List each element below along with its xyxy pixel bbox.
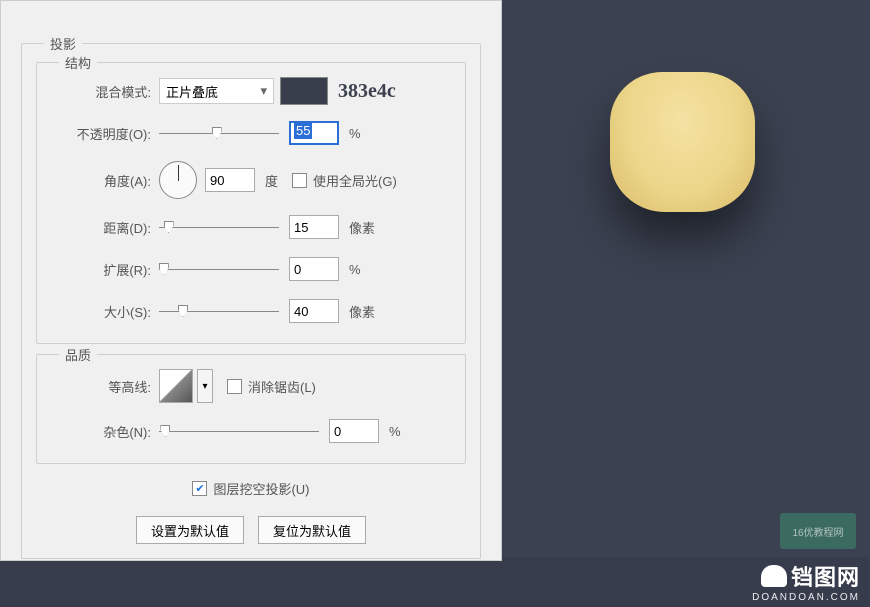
opacity-label: 不透明度(O):	[51, 124, 151, 143]
spread-row: 扩展(R): %	[51, 255, 451, 283]
distance-label: 距离(D):	[51, 218, 151, 237]
opacity-input[interactable]: 55	[289, 121, 339, 145]
global-light-label: 使用全局光(G)	[313, 171, 397, 190]
outer-fieldset: 投影 结构 混合模式: 正片叠底 383e4c 不透明度(O): 55 % 角度…	[21, 43, 481, 559]
size-input[interactable]	[289, 299, 339, 323]
size-label: 大小(S):	[51, 302, 151, 321]
color-annotation: 383e4c	[338, 80, 396, 103]
noise-slider[interactable]	[159, 422, 319, 440]
noise-unit: %	[389, 424, 401, 439]
shadow-color-swatch[interactable]	[280, 77, 328, 105]
distance-row: 距离(D): 像素	[51, 213, 451, 241]
quality-legend: 品质	[59, 345, 97, 364]
distance-input[interactable]	[289, 215, 339, 239]
opacity-unit: %	[349, 126, 361, 141]
knockout-label: 图层挖空投影(U)	[213, 479, 309, 498]
knockout-row: ✔ 图层挖空投影(U)	[36, 474, 466, 502]
angle-input[interactable]	[205, 168, 255, 192]
watermark-main: 铛图网 DOANDOAN.COM	[752, 560, 860, 603]
blend-mode-select[interactable]: 正片叠底	[159, 78, 274, 104]
angle-dial[interactable]	[159, 161, 197, 199]
quality-group: 品质 等高线: ▾ 消除锯齿(L) 杂色(N): %	[36, 354, 466, 464]
watermark-corner: 16优教程网	[780, 513, 856, 549]
distance-slider[interactable]	[159, 218, 279, 236]
noise-input[interactable]	[329, 419, 379, 443]
angle-label: 角度(A):	[51, 171, 151, 190]
global-light-checkbox[interactable]	[292, 173, 307, 188]
structure-group: 结构 混合模式: 正片叠底 383e4c 不透明度(O): 55 % 角度(A)…	[36, 62, 466, 344]
angle-unit: 度	[265, 171, 278, 190]
panel-title: 投影	[44, 34, 82, 53]
distance-unit: 像素	[349, 218, 375, 237]
size-slider[interactable]	[159, 302, 279, 320]
spread-unit: %	[349, 262, 361, 277]
opacity-slider[interactable]	[159, 124, 279, 142]
size-unit: 像素	[349, 302, 375, 321]
size-row: 大小(S): 像素	[51, 297, 451, 325]
contour-row: 等高线: ▾ 消除锯齿(L)	[51, 369, 451, 403]
angle-row: 角度(A): 度 使用全局光(G)	[51, 161, 451, 199]
blend-mode-row: 混合模式: 正片叠底 383e4c	[51, 77, 451, 105]
structure-legend: 结构	[59, 53, 97, 72]
button-row: 设置为默认值 复位为默认值	[36, 516, 466, 544]
drop-shadow-dialog: 投影 结构 混合模式: 正片叠底 383e4c 不透明度(O): 55 % 角度…	[0, 0, 502, 561]
ghost-icon	[761, 565, 787, 587]
contour-label: 等高线:	[51, 377, 151, 396]
spread-input[interactable]	[289, 257, 339, 281]
spread-label: 扩展(R):	[51, 260, 151, 279]
opacity-row: 不透明度(O): 55 %	[51, 119, 451, 147]
shape-preview	[610, 72, 755, 212]
noise-row: 杂色(N): %	[51, 417, 451, 445]
blend-mode-label: 混合模式:	[51, 82, 151, 101]
set-default-button[interactable]: 设置为默认值	[136, 516, 244, 544]
antialias-checkbox[interactable]	[227, 379, 242, 394]
spread-slider[interactable]	[159, 260, 279, 278]
antialias-label: 消除锯齿(L)	[248, 377, 316, 396]
contour-preview[interactable]	[159, 369, 193, 403]
reset-default-button[interactable]: 复位为默认值	[258, 516, 366, 544]
noise-label: 杂色(N):	[51, 422, 151, 441]
contour-dropdown[interactable]: ▾	[197, 369, 213, 403]
knockout-checkbox[interactable]: ✔	[192, 481, 207, 496]
